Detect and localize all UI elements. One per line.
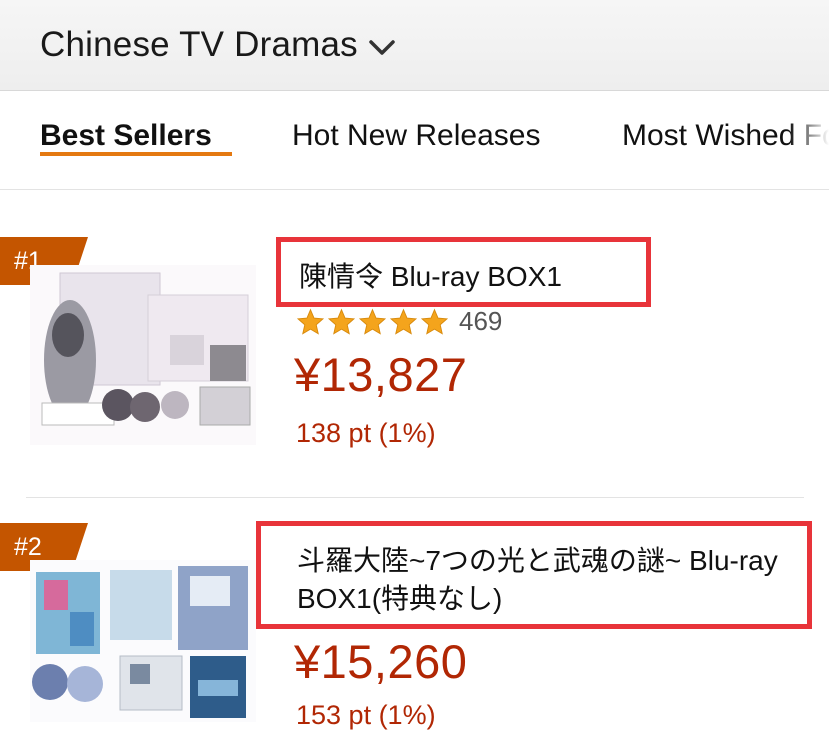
star-icon [296,308,325,335]
product-title-link[interactable]: 斗羅大陸~7つの光と武魂の謎~ Blu-ray BOX1(特典なし) [256,521,812,629]
tab-scroll-fade [789,91,829,187]
star-icon [389,308,418,335]
product-title: 陳情令 Blu-ray BOX1 [299,261,562,292]
tab-bar: Best Sellers Hot New Releases Most Wishe… [0,91,829,190]
rating-count: 469 [459,306,503,336]
product-price: ¥13,827 [294,348,468,401]
product-points: 153 pt (1%) [296,700,436,730]
star-icon [358,308,387,335]
category-title[interactable]: Chinese TV Dramas [40,25,358,65]
product-image[interactable] [30,265,256,445]
star-icon [420,308,449,335]
chevron-down-icon[interactable] [368,39,396,57]
active-tab-indicator [40,152,232,156]
star-icon [327,308,356,335]
product-price: ¥15,260 [294,635,468,688]
category-header[interactable]: Chinese TV Dramas [0,0,829,91]
product-title: 斗羅大陸~7つの光と武魂の謎~ Blu-ray BOX1(特典なし) [297,545,778,614]
item-divider [26,497,804,498]
product-points: 138 pt (1%) [296,418,436,448]
tab-best-sellers[interactable]: Best Sellers [40,119,212,153]
tab-hot-new-releases[interactable]: Hot New Releases [292,119,540,153]
product-image[interactable] [30,560,256,722]
product-title-link[interactable]: 陳情令 Blu-ray BOX1 [276,237,651,307]
star-rating[interactable]: 469 [296,306,502,337]
